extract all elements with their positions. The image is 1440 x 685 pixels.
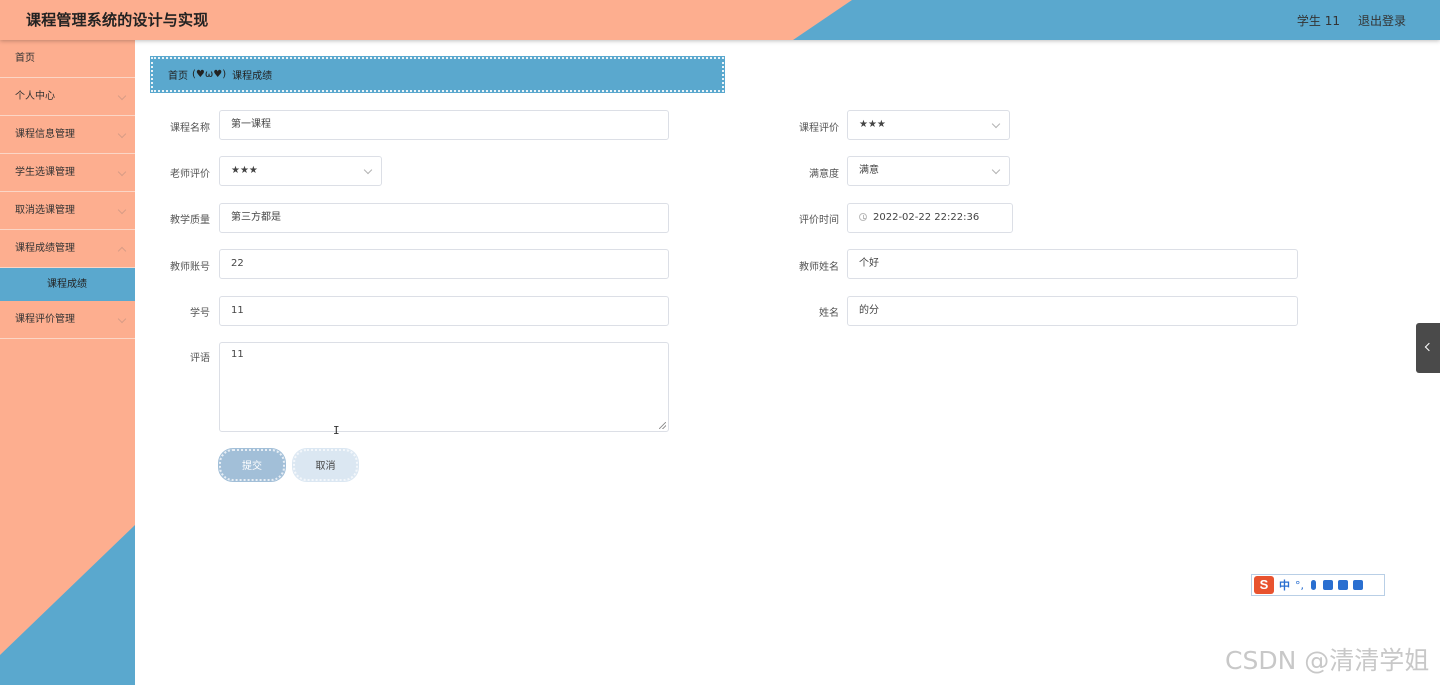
chevron-left-icon [1424,342,1434,352]
student-id-input[interactable]: 11 [219,296,669,326]
satisfaction-value: 满意 [859,165,879,176]
course-name-label: 课程名称 [170,123,210,134]
sidebar-item-cancel-selection[interactable]: 取消选课管理 [0,192,135,230]
sidebar-item-course-selection[interactable]: 学生选课管理 [0,154,135,192]
course-rating-value: ★★★ [859,119,886,130]
app-title: 课程管理系统的设计与实现 [26,11,209,29]
course-name-input[interactable]: 第一课程 [219,110,669,140]
rating-time-label: 评价时间 [799,215,839,226]
teacher-rating-label: 老师评价 [170,169,210,180]
teacher-account-label: 教师账号 [170,262,210,273]
sidebar-item-home[interactable]: 首页 [0,40,135,78]
chevron-down-icon [117,314,127,324]
punctuation-icon[interactable]: °, [1295,579,1304,592]
skin-icon[interactable] [1338,580,1348,590]
teacher-rating-value: ★★★ [231,165,258,176]
satisfaction-label: 满意度 [809,169,839,180]
header-salmon-band [0,0,852,40]
rating-time-value: 2022-02-22 22:22:36 [873,212,980,223]
sidebar-item-course-info[interactable]: 课程信息管理 [0,116,135,154]
watermark: CSDN @清清学姐 [1225,646,1430,675]
student-id-label: 学号 [190,308,210,319]
sidebar-corner-decoration [0,525,135,685]
text-cursor-icon: I [333,424,340,437]
submit-button[interactable]: 提交 [218,448,286,482]
ime-mode-indicator[interactable]: 中 [1279,577,1290,593]
comment-value: 11 [231,349,244,360]
course-rating-select[interactable]: ★★★ [847,110,1010,140]
teaching-quality-input[interactable]: 第三方都是 [219,203,669,233]
chevron-down-icon [363,165,373,175]
sidebar-item-grade-management[interactable]: 课程成绩管理 [0,230,135,268]
sidebar-item-label: 学生选课管理 [15,167,75,178]
teacher-name-input[interactable]: 个好 [847,249,1298,279]
student-name-label: 姓名 [819,308,839,319]
apps-grid-icon[interactable] [1353,580,1363,590]
rating-time-picker[interactable]: 2022-02-22 22:22:36 [847,203,1013,233]
chevron-down-icon [117,91,127,101]
breadcrumb-home[interactable]: 首页 [168,67,188,82]
satisfaction-select[interactable]: 满意 [847,156,1010,186]
sidebar-subitem-course-grades[interactable]: 课程成绩 [0,268,135,301]
breadcrumb-current: 课程成绩 [232,71,273,82]
student-name-input[interactable]: 的分 [847,296,1298,326]
clock-icon [859,213,867,221]
chevron-up-icon [117,246,127,256]
chevron-down-icon [991,165,1001,175]
teacher-account-input[interactable]: 22 [219,249,669,279]
breadcrumb-separator: (♥ω♥) [192,69,227,80]
sidebar: 首页 个人中心 课程信息管理 学生选课管理 取消选课管理 课程成绩管理 课程成绩… [0,40,135,685]
sidebar-item-label: 个人中心 [15,91,55,102]
cancel-button[interactable]: 取消 [292,448,359,482]
resize-grip-icon[interactable] [659,422,666,429]
current-user-label: 学生 11 [1296,13,1340,28]
breadcrumb: 首页 (♥ω♥) 课程成绩 [150,56,725,93]
comment-label: 评语 [190,353,210,364]
keyboard-icon[interactable] [1323,580,1333,590]
chevron-down-icon [991,119,1001,129]
chevron-down-icon [117,129,127,139]
course-rating-label: 课程评价 [799,123,839,134]
sidebar-item-label: 课程信息管理 [15,129,75,140]
teacher-rating-select[interactable]: ★★★ [219,156,382,186]
chevron-down-icon [117,167,127,177]
user-area: 学生 11 退出登录 [1297,0,1406,40]
sidebar-item-label: 课程成绩管理 [15,243,75,254]
sogou-logo-icon[interactable]: S [1254,576,1274,594]
ime-toolbar: S 中 °, [1251,574,1385,596]
teaching-quality-label: 教学质量 [170,215,210,226]
sidebar-item-label: 课程成绩 [47,279,87,290]
sidebar-item-personal-center[interactable]: 个人中心 [0,78,135,116]
chevron-down-icon [117,205,127,215]
sidebar-item-label: 取消选课管理 [15,205,75,216]
microphone-icon[interactable] [1311,580,1316,590]
comment-textarea[interactable]: 11 [219,342,669,432]
side-panel-toggle[interactable] [1416,323,1440,373]
sidebar-item-course-evaluation[interactable]: 课程评价管理 [0,301,135,339]
top-header: 课程管理系统的设计与实现 学生 11 退出登录 [0,0,1440,40]
sidebar-item-label: 课程评价管理 [15,314,75,325]
logout-link[interactable]: 退出登录 [1358,12,1406,29]
sidebar-item-label: 首页 [15,53,35,64]
teacher-name-label: 教师姓名 [799,262,839,273]
